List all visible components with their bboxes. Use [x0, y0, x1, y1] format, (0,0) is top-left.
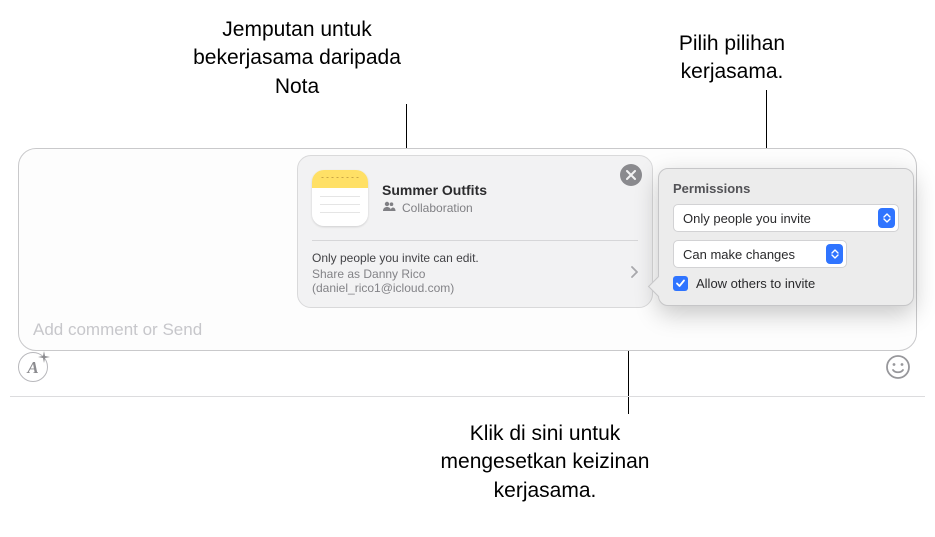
updown-icon: [878, 208, 895, 228]
callout-options: Pilih pilihan kerjasama.: [642, 30, 822, 87]
who-value: Only people you invite: [683, 211, 811, 226]
callout-permissions: Klik di sini untuk mengesetkan keizinan …: [430, 420, 660, 505]
divider: [10, 396, 925, 397]
callout-invitation: Jemputan untuk bekerjasama daripada Nota: [172, 16, 422, 101]
message-input[interactable]: Add comment or Send: [29, 314, 906, 344]
permission-level-select[interactable]: Can make changes: [673, 240, 847, 268]
permission-summary: Only people you invite can edit.: [312, 251, 638, 265]
collaboration-invite-card: Summer Outfits Collaboration Only people…: [297, 155, 653, 308]
notes-app-icon: [312, 170, 368, 226]
close-icon[interactable]: [620, 164, 642, 186]
apps-button[interactable]: A: [18, 352, 48, 382]
permissions-popover: Permissions Only people you invite Can m…: [658, 168, 914, 306]
allow-others-checkbox[interactable]: [673, 276, 688, 291]
collaboration-label: Collaboration: [402, 201, 473, 215]
updown-icon: [826, 244, 843, 264]
note-title: Summer Outfits: [382, 182, 487, 198]
chevron-right-icon[interactable]: [630, 265, 638, 281]
people-icon: [382, 201, 396, 214]
apps-a-icon: A: [27, 359, 38, 376]
share-email: (daniel_rico1@icloud.com): [312, 281, 638, 295]
permission-value: Can make changes: [683, 247, 795, 262]
sparkle-icon: [38, 350, 50, 362]
share-as-line: Share as Danny Rico: [312, 267, 638, 281]
who-can-access-select[interactable]: Only people you invite: [673, 204, 899, 232]
permissions-heading: Permissions: [673, 181, 899, 196]
allow-others-label: Allow others to invite: [696, 276, 815, 291]
emoji-button[interactable]: [885, 354, 911, 380]
